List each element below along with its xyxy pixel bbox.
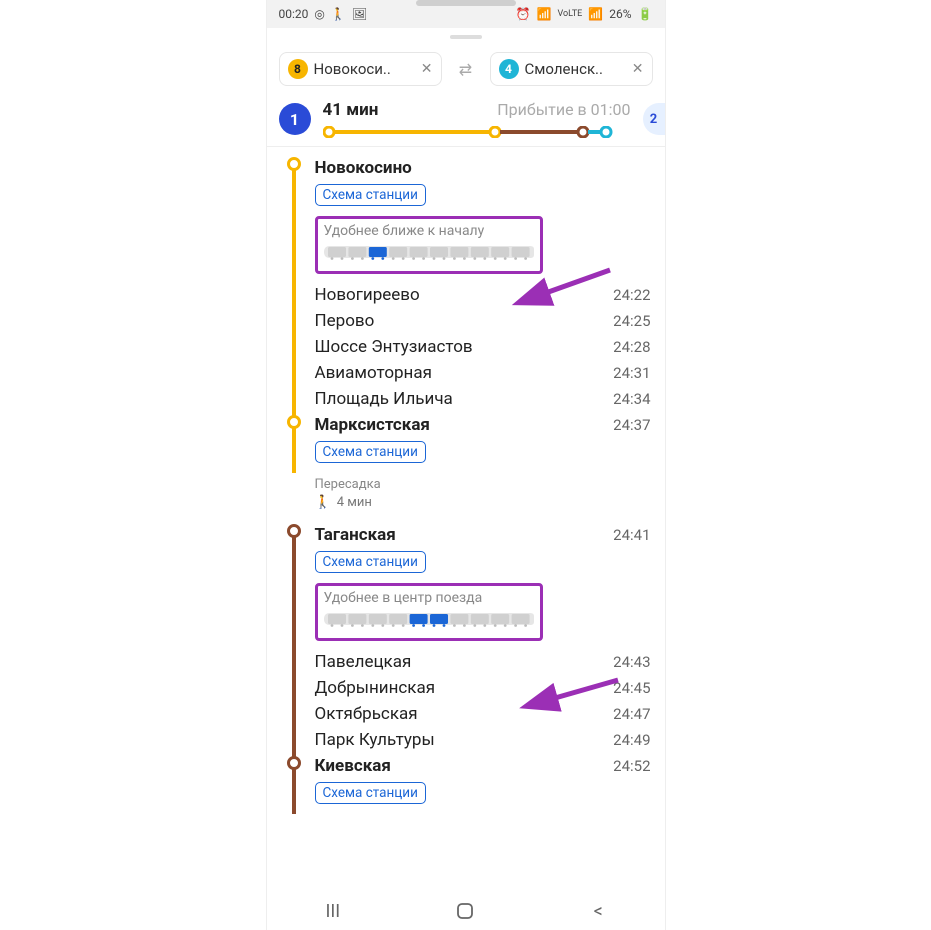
instagram-icon: ◎ xyxy=(314,7,324,21)
alarm-icon: ⏰ xyxy=(516,7,531,21)
station-name: Площадь Ильича xyxy=(315,389,453,409)
station-row[interactable]: Парк Культуры 24:49 xyxy=(315,727,651,753)
station-row[interactable]: Марксистская 24:37 xyxy=(315,412,651,438)
clear-from-icon[interactable]: ✕ xyxy=(421,61,433,77)
walk-icon: 🚶 xyxy=(315,495,331,510)
battery-icon: 🔋 xyxy=(638,7,653,21)
station-row[interactable]: Шоссе Энтузиастов 24:28 xyxy=(315,334,651,360)
wifi-icon: 📶 xyxy=(537,7,552,21)
phone-frame: 00:20 ◎ 🚶 🖼 ⏰ 📶 VoLTE 📶 26% 🔋 8 Новокоси… xyxy=(266,0,666,930)
station-row[interactable]: Перово 24:25 xyxy=(315,308,651,334)
station-name: Шоссе Энтузиастов xyxy=(315,337,473,357)
station-row[interactable]: Новокосино xyxy=(315,155,651,181)
train-diagram-icon xyxy=(324,610,534,628)
clear-to-icon[interactable]: ✕ xyxy=(632,61,644,77)
from-line-badge: 8 xyxy=(288,59,308,79)
segment-line5: Таганская 24:41 Схема станции Удобнее в … xyxy=(281,522,651,814)
station-row[interactable]: Авиамоторная 24:31 xyxy=(315,360,651,386)
route-timeline: Новокосино Схема станции Удобнее ближе к… xyxy=(267,147,665,820)
station-row[interactable]: Новогиреево 24:22 xyxy=(315,282,651,308)
recents-button[interactable]: III xyxy=(322,900,344,922)
to-line-badge: 4 xyxy=(499,59,519,79)
station-row[interactable]: Добрынинская 24:45 xyxy=(315,675,651,701)
sheet-drag-handle[interactable] xyxy=(267,28,665,46)
station-scheme-button[interactable]: Схема станции xyxy=(315,551,426,573)
from-chip[interactable]: 8 Новокоси.. ✕ xyxy=(279,52,442,86)
picture-icon: 🖼 xyxy=(352,7,367,21)
route-number-badge: 1 xyxy=(279,103,311,135)
transfer-block: Пересадка 🚶 4 мин xyxy=(281,473,651,522)
android-nav-bar: III < xyxy=(267,892,665,930)
boarding-hint-1: Удобнее ближе к началу xyxy=(315,216,543,274)
station-name: Добрынинская xyxy=(315,678,436,698)
station-time: 24:25 xyxy=(613,312,650,330)
train-diagram-icon xyxy=(324,243,534,261)
to-chip[interactable]: 4 Смоленск.. ✕ xyxy=(490,52,653,86)
transfer-label: Пересадка xyxy=(315,477,651,492)
home-button[interactable] xyxy=(454,900,476,922)
lte-icon: VoLTE xyxy=(558,9,583,19)
segment-line8: Новокосино Схема станции Удобнее ближе к… xyxy=(281,147,651,473)
route-summary: 1 41 мин Прибытие в 01:00 2 xyxy=(267,96,665,147)
station-row[interactable]: Киевская 24:52 xyxy=(315,753,651,779)
station-time: 24:22 xyxy=(613,286,650,304)
station-name: Павелецкая xyxy=(315,652,412,672)
walk-duration: 4 мин xyxy=(337,495,372,510)
station-name: Киевская xyxy=(315,756,391,776)
station-time: 24:41 xyxy=(613,526,650,544)
clock: 00:20 xyxy=(279,7,309,21)
from-station-label: Новокоси.. xyxy=(314,60,415,78)
station-row[interactable]: Октябрьская 24:47 xyxy=(315,701,651,727)
station-name: Парк Культуры xyxy=(315,730,435,750)
hint-text: Удобнее в центр поезда xyxy=(324,590,534,606)
station-time: 24:34 xyxy=(613,390,650,408)
station-row[interactable]: Таганская 24:41 xyxy=(315,522,651,548)
top-handle xyxy=(416,0,516,6)
station-name: Авиамоторная xyxy=(315,363,432,383)
station-time: 24:28 xyxy=(613,338,650,356)
station-name: Октябрьская xyxy=(315,704,418,724)
station-time: 24:47 xyxy=(613,705,650,723)
to-station-label: Смоленск.. xyxy=(525,60,626,78)
station-time: 24:45 xyxy=(613,679,650,697)
station-time: 24:52 xyxy=(613,757,650,775)
annotation-arrow-1 xyxy=(787,275,867,315)
station-time: 24:31 xyxy=(613,364,650,382)
walk-icon: 🚶 xyxy=(331,7,346,21)
station-name: Перово xyxy=(315,311,375,331)
station-time: 24:49 xyxy=(613,731,650,749)
hint-text: Удобнее ближе к началу xyxy=(324,223,534,239)
station-time: 24:37 xyxy=(613,416,650,434)
station-scheme-button[interactable]: Схема станции xyxy=(315,782,426,804)
signal-icon: 📶 xyxy=(588,7,603,21)
arrival-text: Прибытие в 01:00 xyxy=(497,100,630,119)
station-name: Марксистская xyxy=(315,415,430,435)
duration-text: 41 мин xyxy=(323,100,379,120)
swap-button[interactable]: ⇄ xyxy=(452,55,480,83)
station-name: Таганская xyxy=(315,525,396,545)
battery-text: 26% xyxy=(609,7,631,21)
route-line-diagram xyxy=(323,126,631,138)
back-button[interactable]: < xyxy=(587,900,609,922)
station-scheme-button[interactable]: Схема станции xyxy=(315,441,426,463)
station-row[interactable]: Павелецкая 24:43 xyxy=(315,649,651,675)
boarding-hint-2: Удобнее в центр поезда xyxy=(315,583,543,641)
station-name: Новокосино xyxy=(315,158,412,178)
route-endpoints: 8 Новокоси.. ✕ ⇄ 4 Смоленск.. ✕ xyxy=(267,46,665,96)
station-row[interactable]: Площадь Ильича 24:34 xyxy=(315,386,651,412)
station-time: 24:43 xyxy=(613,653,650,671)
station-scheme-button[interactable]: Схема станции xyxy=(315,184,426,206)
next-route-peek[interactable]: 2 xyxy=(643,103,665,135)
station-name: Новогиреево xyxy=(315,285,420,305)
